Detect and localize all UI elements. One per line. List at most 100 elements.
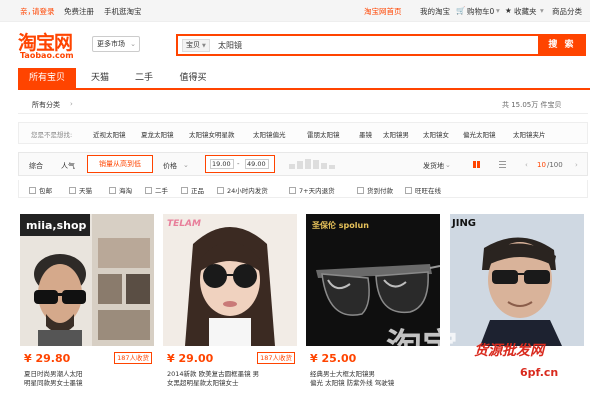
checkbox[interactable] xyxy=(217,187,224,194)
next-page-icon[interactable]: › xyxy=(575,161,578,169)
product-title[interactable]: 夏日时尚男潮人太阳 明星同款男女士墨镜 xyxy=(24,370,154,388)
price-range-dash: - xyxy=(237,160,240,168)
product-image[interactable]: TELAM xyxy=(163,214,297,346)
tab-second-hand[interactable]: 二手 xyxy=(124,68,164,88)
site-top-bar: 亲， 请登录 免费注册 手机逛淘宝 淘宝网首页 我的淘宝 🛒 购物车0 ▾ ★ … xyxy=(0,0,590,22)
suggest-item[interactable]: 太阳镜男 xyxy=(383,129,409,139)
sort-price[interactable]: 价格 xyxy=(163,161,177,171)
all-categories-link[interactable]: 所有分类 xyxy=(32,100,60,110)
price-max-input[interactable]: 49.00 xyxy=(245,159,269,169)
list-view-icon[interactable] xyxy=(499,161,506,168)
sold-count-badge: 187人收货 xyxy=(114,352,152,364)
brand-logo-text: JING xyxy=(451,218,476,229)
suggestion-row: 您是不是想找: 近视太阳镜 夏龙太阳镜 太阳镜女明星款 太阳镜偏光 雷朋太阳镜 … xyxy=(18,122,588,144)
suggest-item[interactable]: 太阳镜偏光 xyxy=(253,129,286,139)
chevron-down-icon: ▼ xyxy=(202,43,206,49)
cart-chevron-icon: ▾ xyxy=(496,6,500,15)
filter-row: 包邮 天猫 海淘 二手 正品 24小时内发货 7+天内退货 货到付款 旺旺在线 xyxy=(18,180,588,198)
ship-from-select[interactable]: 发货地 xyxy=(423,161,444,171)
checkbox[interactable] xyxy=(405,187,412,194)
product-price: ¥ 25.00 xyxy=(310,352,357,365)
sort-sales-desc[interactable]: 销量从高到低 xyxy=(87,155,153,173)
shop-logo-text: miia,shop xyxy=(26,219,87,232)
product-price: ¥ 29.80 xyxy=(24,352,71,365)
cart-icon: 🛒 xyxy=(456,6,466,15)
filter-24h-shipping[interactable]: 24小时内发货 xyxy=(217,185,268,195)
product-title-line: 经典男士大框太阳镜男 xyxy=(310,370,375,378)
filter-free-shipping[interactable]: 包邮 xyxy=(29,185,52,195)
search-button[interactable]: 搜 索 xyxy=(538,34,586,56)
checkbox[interactable] xyxy=(29,187,36,194)
tab-all-items[interactable]: 所有宝贝 xyxy=(18,68,76,88)
checkbox[interactable] xyxy=(181,187,188,194)
prev-page-icon[interactable]: ‹ xyxy=(525,161,528,169)
chevron-down-icon: ⌄ xyxy=(130,40,136,48)
suggest-item[interactable]: 夏龙太阳镜 xyxy=(141,129,174,139)
more-market-label: 更多市场 xyxy=(97,40,125,48)
my-taobao-link[interactable]: 我的淘宝 xyxy=(420,6,450,17)
result-count: 共 15.05万 件宝贝 xyxy=(502,101,562,109)
brand-logo-text: 圣保伦 spolun xyxy=(311,220,369,230)
filter-7day-return[interactable]: 7+天内退货 xyxy=(289,185,335,195)
price-min-input[interactable]: 19.00 xyxy=(210,159,234,169)
search-scope-label: 宝贝 xyxy=(186,41,200,49)
taobao-logo[interactable]: 淘宝网 Taobao.com xyxy=(18,28,86,64)
product-title-line: 偏光 太阳镜 防紫外线 驾驶镜 xyxy=(310,379,395,387)
favorites-star-icon: ★ xyxy=(505,6,512,15)
filter-wangwang-online[interactable]: 旺旺在线 xyxy=(405,185,441,195)
categories-link[interactable]: 商品分类 xyxy=(552,6,582,17)
product-title-line: 女黑超明星款太阳镜女士 xyxy=(167,379,239,387)
register-link[interactable]: 免费注册 xyxy=(64,6,94,17)
sort-general[interactable]: 综合 xyxy=(29,161,43,171)
chevron-down-icon: ⌄ xyxy=(183,161,189,169)
current-page: 10 xyxy=(537,161,546,169)
filter-cod[interactable]: 货到付款 xyxy=(357,185,393,195)
cart-link[interactable]: 购物车0 xyxy=(467,6,494,17)
logo-english: Taobao.com xyxy=(20,51,74,60)
product-title[interactable]: 2014新款 欧美复古圆框墨镜 男 女黑超明星款太阳镜女士 xyxy=(167,370,297,388)
checkbox[interactable] xyxy=(145,187,152,194)
tab-worth-buying[interactable]: 值得买 xyxy=(168,68,218,88)
search-tabs: 所有宝贝 天猫 二手 值得买 xyxy=(18,68,590,90)
suggest-label: 您是不是想找: xyxy=(31,131,73,139)
checkbox[interactable] xyxy=(69,187,76,194)
filter-second-hand[interactable]: 二手 xyxy=(145,185,168,195)
search-input[interactable] xyxy=(218,38,518,52)
favorites-link[interactable]: 收藏夹 xyxy=(514,6,537,17)
suggest-item[interactable]: 近视太阳镜 xyxy=(93,129,126,139)
sort-popularity[interactable]: 人气 xyxy=(61,161,75,171)
filter-tmall[interactable]: 天猫 xyxy=(69,185,92,195)
tab-tmall[interactable]: 天猫 xyxy=(80,68,120,88)
watermark-main: 淘宝 xyxy=(386,327,459,368)
more-market-dropdown[interactable]: 更多市场 ⌄ xyxy=(92,36,140,52)
suggest-item[interactable]: 太阳镜女明星款 xyxy=(189,129,235,139)
product-title[interactable]: 经典男士大框太阳镜男 偏光 太阳镜 防紫外线 驾驶镜 xyxy=(310,370,440,388)
grid-view-icon[interactable] xyxy=(473,161,480,168)
chevron-down-icon: ⌄ xyxy=(445,161,451,169)
mobile-taobao-link[interactable]: 手机逛淘宝 xyxy=(104,6,142,17)
product-price: ¥ 29.00 xyxy=(167,352,214,365)
suggest-item[interactable]: 墨镜 xyxy=(359,129,372,139)
suggest-item[interactable]: 太阳镜女 xyxy=(423,129,449,139)
product-image[interactable]: JING xyxy=(450,214,584,346)
price-range: 19.00 - 49.00 xyxy=(205,155,275,173)
suggest-item[interactable]: 太阳镜夹片 xyxy=(513,129,546,139)
filter-genuine[interactable]: 正品 xyxy=(181,185,204,195)
brand-logo-text: TELAM xyxy=(167,219,201,229)
price-distribution-bars xyxy=(289,159,349,169)
product-image[interactable]: miia,shop xyxy=(20,214,154,346)
sort-bar: 综合 人气 销量从高到低 价格 ⌄ 19.00 - 49.00 发货地 ⌄ ‹ … xyxy=(18,152,588,176)
sold-count-badge: 187人收货 xyxy=(257,352,295,364)
total-pages: /100 xyxy=(547,161,563,169)
suggest-item[interactable]: 雷朋太阳镜 xyxy=(307,129,340,139)
checkbox[interactable] xyxy=(109,187,116,194)
checkbox[interactable] xyxy=(289,187,296,194)
search-bar: 宝贝▼ 搜 索 xyxy=(176,34,586,56)
checkbox[interactable] xyxy=(357,187,364,194)
search-scope-select[interactable]: 宝贝 ▼ xyxy=(182,39,210,52)
suggest-item[interactable]: 偏光太阳镜 xyxy=(463,129,496,139)
filter-overseas[interactable]: 海淘 xyxy=(109,185,132,195)
home-link[interactable]: 淘宝网首页 xyxy=(364,6,402,17)
product-title-line: 2014新款 欧美复古圆框墨镜 男 xyxy=(167,370,260,378)
login-link[interactable]: 请登录 xyxy=(32,6,55,17)
